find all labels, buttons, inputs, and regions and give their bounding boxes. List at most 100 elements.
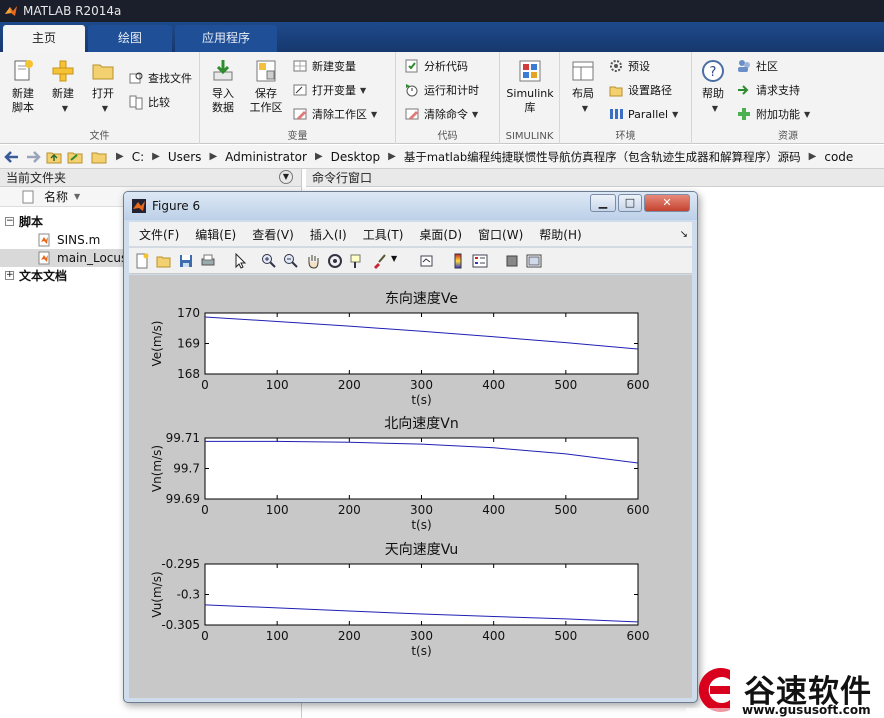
path-folder-icon xyxy=(91,152,107,163)
clear-workspace-button[interactable]: 清除工作区 ▼ xyxy=(292,104,377,124)
import-label-2: 数据 xyxy=(212,101,234,114)
breadcrumb-desktop[interactable]: Desktop xyxy=(331,150,381,164)
zoom-out-icon[interactable] xyxy=(283,253,299,269)
clear-commands-label: 清除命令 xyxy=(424,108,468,121)
import-data-button[interactable]: 导入 数据 xyxy=(206,58,240,115)
brush-icon[interactable] xyxy=(371,253,387,269)
group-file: 新建 脚本 新建 ▼ 打开 ▼ 查找文件 比较 文件 xyxy=(0,52,200,144)
plot-area: 东向速度Ve 0 100 200 300 400 500 600 168 169 170 t(s) Ve… xyxy=(150,291,649,658)
find-files-icon xyxy=(129,72,143,84)
layout-button[interactable]: 布局 ▼ xyxy=(566,58,600,116)
data-cursor-icon[interactable] xyxy=(349,253,365,269)
community-button[interactable]: 社区 xyxy=(736,56,778,76)
current-folder-title: 当前文件夹 xyxy=(6,171,67,185)
parallel-button[interactable]: Parallel ▼ xyxy=(608,104,678,124)
collapse-icon[interactable]: − xyxy=(5,217,14,226)
expand-icon[interactable]: + xyxy=(5,271,14,280)
breadcrumb-code[interactable]: code xyxy=(824,150,853,164)
tab-plots[interactable]: 绘图 xyxy=(88,25,172,52)
run-and-time-button[interactable]: 运行和计时 xyxy=(404,80,479,100)
breadcrumb-project-folder[interactable]: 基于matlab编程纯捷联惯性导航仿真程序（包含轨迹生成器和解算程序）源码 xyxy=(404,149,801,165)
breadcrumb-users[interactable]: Users xyxy=(168,150,202,164)
save-workspace-button[interactable]: 保存 工作区 xyxy=(246,58,286,115)
figure-canvas[interactable]: 东向速度Ve 0 100 200 300 400 500 600 168 169 170 t(s) Ve… xyxy=(129,275,692,698)
request-support-button[interactable]: 请求支持 xyxy=(736,80,800,100)
maximize-button[interactable]: □ xyxy=(618,194,642,212)
new-button[interactable]: 新建 ▼ xyxy=(46,58,80,116)
menu-help[interactable]: 帮助(H) xyxy=(539,226,581,243)
minimize-button[interactable]: ▁ xyxy=(590,194,616,212)
set-path-button[interactable]: 设置路径 xyxy=(608,80,672,100)
x-tick-label: 400 xyxy=(482,503,505,517)
browse-folder-icon[interactable] xyxy=(66,149,84,165)
analyze-code-button[interactable]: 分析代码 xyxy=(404,56,468,76)
breadcrumb-drive[interactable]: C: xyxy=(132,150,144,164)
ribbon-tabbar: 主页 绘图 应用程序 xyxy=(0,22,884,52)
panel-actions-icon[interactable]: ▼ xyxy=(279,170,293,184)
select-pointer-icon[interactable] xyxy=(232,253,248,269)
colorbar-icon[interactable] xyxy=(450,253,466,269)
dock-arrow-icon[interactable]: ↘ xyxy=(680,229,688,240)
menu-desktop[interactable]: 桌面(D) xyxy=(419,226,462,243)
rotate-3d-icon[interactable] xyxy=(327,253,343,269)
breadcrumb-separator-icon: ▶ xyxy=(152,151,160,162)
pan-hand-icon[interactable] xyxy=(305,253,321,269)
clear-commands-icon xyxy=(405,108,419,120)
new-script-label-2: 脚本 xyxy=(12,101,34,114)
layout-icon xyxy=(572,61,594,81)
show-plot-tools-icon[interactable] xyxy=(526,253,542,269)
hide-plot-tools-icon[interactable] xyxy=(504,253,520,269)
zoom-in-icon[interactable] xyxy=(261,253,277,269)
compare-button[interactable]: 比较 xyxy=(128,92,170,112)
menu-edit[interactable]: 编辑(E) xyxy=(195,226,236,243)
menu-tools[interactable]: 工具(T) xyxy=(363,226,404,243)
save-ws-label-2: 工作区 xyxy=(249,101,283,114)
open-variable-dropdown-icon: ▼ xyxy=(360,85,367,95)
y-axis-label-1: Ve(m/s) xyxy=(150,320,164,366)
addons-button[interactable]: 附加功能 ▼ xyxy=(736,104,810,124)
new-variable-button[interactable]: 新建变量 xyxy=(292,56,356,76)
plot-title-2: 北向速度Vn xyxy=(384,416,458,432)
find-files-button[interactable]: 查找文件 xyxy=(128,68,192,88)
group-resources: ? 帮助 ▼ 社区 请求支持 附加功能 ▼ 资源 xyxy=(692,52,884,144)
print-icon[interactable] xyxy=(200,253,216,269)
new-figure-icon[interactable] xyxy=(134,253,150,269)
new-script-button[interactable]: 新建 脚本 xyxy=(6,58,40,115)
tab-home[interactable]: 主页 xyxy=(3,25,85,52)
breadcrumb-separator-icon: ▶ xyxy=(116,151,124,162)
plot-title-3: 天向速度Vu xyxy=(385,542,459,558)
menu-file[interactable]: 文件(F) xyxy=(139,226,179,243)
y-tick-label: -0.3 xyxy=(177,588,200,602)
help-button[interactable]: ? 帮助 ▼ xyxy=(696,58,730,116)
open-variable-button[interactable]: 打开变量 ▼ xyxy=(292,80,366,100)
legend-icon[interactable] xyxy=(472,253,488,269)
link-plot-icon[interactable] xyxy=(419,253,435,269)
group-variable: 导入 数据 保存 工作区 新建变量 打开变量 ▼ 清除工作区 ▼ 变量 xyxy=(200,52,396,144)
file-main-locus-label: main_Locus xyxy=(57,251,128,265)
clear-workspace-icon xyxy=(293,108,307,120)
run-and-time-icon xyxy=(406,84,418,97)
open-button[interactable]: 打开 ▼ xyxy=(86,58,120,116)
open-file-icon[interactable] xyxy=(156,253,172,269)
clear-commands-button[interactable]: 清除命令 ▼ xyxy=(404,104,478,124)
back-arrow-icon[interactable] xyxy=(3,149,21,165)
matlab-desktop: MATLAB R2014a 主页 绘图 应用程序 新建 脚本 新建 ▼ 打开 ▼ xyxy=(0,0,884,718)
menu-view[interactable]: 查看(V) xyxy=(252,226,294,243)
up-folder-icon[interactable] xyxy=(45,149,63,165)
menu-insert[interactable]: 插入(I) xyxy=(310,226,347,243)
layout-dropdown-icon: ▼ xyxy=(581,104,589,113)
figure-titlebar[interactable]: Figure 6 ▁ □ ✕ xyxy=(124,192,697,220)
forward-arrow-icon[interactable] xyxy=(24,149,42,165)
brush-dropdown-icon[interactable]: ▼ xyxy=(391,254,397,263)
simulink-library-button[interactable]: Simulink 库 xyxy=(504,58,556,115)
save-icon[interactable] xyxy=(178,253,194,269)
x-tick-label: 200 xyxy=(338,378,361,392)
close-button[interactable]: ✕ xyxy=(644,194,690,212)
help-label: 帮助 xyxy=(702,87,724,100)
matlab-logo-icon xyxy=(5,6,17,16)
simulink-icon xyxy=(519,60,541,82)
tab-apps[interactable]: 应用程序 xyxy=(175,25,277,52)
breadcrumb-administrator[interactable]: Administrator xyxy=(225,150,307,164)
preferences-button[interactable]: 预设 xyxy=(608,56,650,76)
menu-window[interactable]: 窗口(W) xyxy=(478,226,523,243)
